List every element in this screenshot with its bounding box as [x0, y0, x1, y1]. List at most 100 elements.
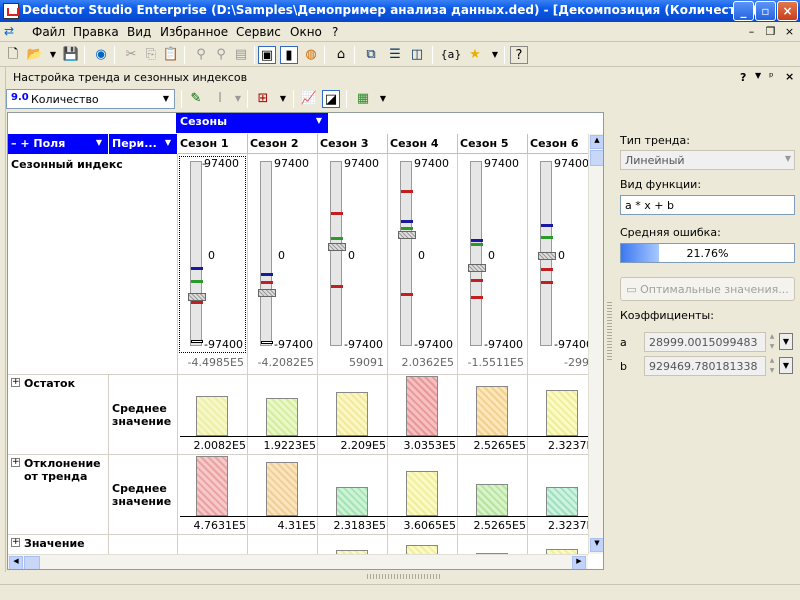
panel-close-icon[interactable]: × [785, 70, 794, 83]
column-header-season-4[interactable]: Сезон 4 [388, 134, 458, 154]
periods-dropdown-icon[interactable]: ▼ [165, 138, 171, 147]
new-icon[interactable]: 🗋 [4, 46, 22, 64]
seasonal-slider-5[interactable] [470, 161, 482, 346]
periods-header[interactable]: Пери... ▼ [109, 134, 177, 154]
close-button[interactable]: × [777, 1, 798, 21]
scroll-thumb[interactable] [590, 150, 603, 166]
menu-file[interactable]: Файл [32, 25, 65, 39]
find-next-icon[interactable]: ⚲ [212, 46, 230, 64]
menu-favorites[interactable]: Избранное [160, 25, 228, 39]
find-icon[interactable]: ⚲ [192, 46, 210, 64]
reports-panel-icon[interactable]: ▮ [280, 46, 298, 64]
menu-service[interactable]: Сервис [236, 25, 281, 39]
cut-icon[interactable]: ✂ [122, 46, 140, 64]
save-icon[interactable]: 💾 [62, 46, 80, 64]
tile-vertical-icon[interactable]: ◫ [408, 46, 426, 64]
seasonal-slider-2[interactable] [260, 161, 272, 346]
coef-b-input[interactable]: 929469.780181338 [644, 356, 766, 376]
expand-row-icon[interactable]: + [11, 458, 20, 467]
scroll-up-icon[interactable]: ▲ [590, 135, 603, 149]
slider-thumb[interactable] [328, 243, 346, 251]
wizard-icon[interactable]: ◍ [302, 46, 320, 64]
optimal-values-button[interactable]: ▭ Оптимальные значения... [620, 277, 795, 301]
help-icon[interactable]: ? [510, 46, 528, 64]
app-icon[interactable] [3, 3, 19, 19]
slider-thumb[interactable] [188, 293, 206, 301]
export-dropdown-icon[interactable]: ▼ [374, 90, 392, 108]
pin-icon[interactable]: ᵖ [769, 70, 774, 83]
mdi-restore-button[interactable]: ❐ [763, 25, 778, 39]
coef-b-spinner[interactable]: ▲ ▼ [766, 356, 778, 376]
line-chart-icon[interactable]: 📈 [300, 90, 318, 108]
fields-header[interactable]: – + Поля ▼ [8, 134, 108, 154]
slider-thumb[interactable] [258, 289, 276, 297]
minimize-button[interactable]: _ [733, 1, 754, 21]
chevron-down-icon[interactable]: ▼ [158, 90, 174, 108]
cascade-icon[interactable]: ⧉ [362, 46, 380, 64]
expand-icon[interactable]: + [20, 137, 29, 150]
column-header-season-3[interactable]: Сезон 3 [318, 134, 388, 154]
cursor-dropdown-icon[interactable]: ▼ [229, 90, 247, 108]
open-dropdown-icon[interactable]: ▼ [44, 46, 62, 64]
favorites-dropdown-icon[interactable]: ▼ [486, 46, 504, 64]
dock-splitter[interactable] [0, 67, 6, 572]
excel-icon[interactable]: ▦ [354, 90, 372, 108]
function-field[interactable]: a * x + b [620, 195, 795, 215]
cursor-icon[interactable]: I [211, 90, 229, 108]
seasons-dropdown-icon[interactable]: ▼ [316, 116, 322, 125]
seasonal-slider-3[interactable] [330, 161, 342, 346]
fields-dropdown-icon[interactable]: ▼ [96, 138, 102, 147]
seasons-header[interactable]: Сезоны ▼ [176, 113, 328, 133]
trend-chart-icon[interactable]: ◪ [322, 90, 340, 108]
variables-icon[interactable]: {a} [440, 46, 462, 64]
panel-menu-icon[interactable]: ▼ [755, 71, 761, 80]
coef-a-input[interactable]: 28999.0015099483 [644, 332, 766, 352]
copy-icon[interactable]: ⎘ [142, 46, 160, 64]
hscroll-thumb[interactable] [24, 556, 40, 569]
column-header-season-5[interactable]: Сезон 5 [458, 134, 528, 154]
bottom-splitter-grip[interactable] [365, 574, 440, 579]
menu-window[interactable]: Окно [290, 25, 322, 39]
slider-thumb[interactable] [538, 252, 556, 260]
edit-chart-icon[interactable]: ✎ [187, 90, 205, 108]
seasonal-slider-1[interactable] [190, 161, 202, 346]
field-select[interactable]: 9.0 Количество ▼ [6, 89, 175, 109]
scroll-right-icon[interactable]: ▶ [572, 556, 586, 569]
report-icon[interactable]: ▤ [232, 46, 250, 64]
mdi-close-button[interactable]: × [782, 25, 797, 39]
scenario-panel-icon[interactable]: ▣ [258, 46, 276, 64]
trend-type-select[interactable]: Линейный ▼ [620, 150, 795, 170]
panel-help-button[interactable]: ? [740, 71, 746, 84]
menu-help[interactable]: ? [332, 25, 338, 39]
splitter-grip[interactable] [607, 300, 612, 360]
expand-row-icon[interactable]: + [11, 538, 20, 547]
tile-horizontal-icon[interactable]: ☰ [386, 46, 404, 64]
column-header-season-2[interactable]: Сезон 2 [248, 134, 318, 154]
calendar-icon[interactable]: ⊞ [254, 90, 272, 108]
scroll-left-icon[interactable]: ◀ [9, 556, 23, 569]
calendar-dropdown-icon[interactable]: ▼ [274, 90, 292, 108]
coef-a-spinner[interactable]: ▲ ▼ [766, 332, 778, 352]
collapse-icon[interactable]: – [11, 137, 17, 150]
paste-icon[interactable]: 📋 [162, 46, 180, 64]
scroll-down-icon[interactable]: ▼ [590, 538, 603, 552]
vertical-scrollbar[interactable]: ▲ ▼ [588, 134, 603, 554]
slider-thumb[interactable] [398, 231, 416, 239]
mdi-icon[interactable]: ⇄ [4, 24, 14, 38]
horizontal-scrollbar[interactable]: ◀ ▶ [8, 554, 588, 569]
menu-edit[interactable]: Правка [73, 25, 119, 39]
chevron-down-icon[interactable]: ▼ [785, 154, 791, 163]
expand-row-icon[interactable]: + [11, 378, 20, 387]
maximize-button[interactable]: ▫ [755, 1, 776, 21]
slider-thumb[interactable] [468, 264, 486, 272]
menu-view[interactable]: Вид [127, 25, 151, 39]
internet-icon[interactable]: ◉ [92, 46, 110, 64]
coef-a-dropdown-icon[interactable]: ▼ [779, 333, 793, 350]
seasonal-slider-4[interactable] [400, 161, 412, 346]
open-icon[interactable]: 📂 [26, 46, 44, 64]
coef-b-dropdown-icon[interactable]: ▼ [779, 357, 793, 374]
column-header-season-1[interactable]: Сезон 1 [178, 134, 248, 154]
favorites-icon[interactable]: ★ [466, 46, 484, 64]
mdi-minimize-button[interactable]: – [744, 25, 759, 39]
home-icon[interactable]: ⌂ [332, 46, 350, 64]
